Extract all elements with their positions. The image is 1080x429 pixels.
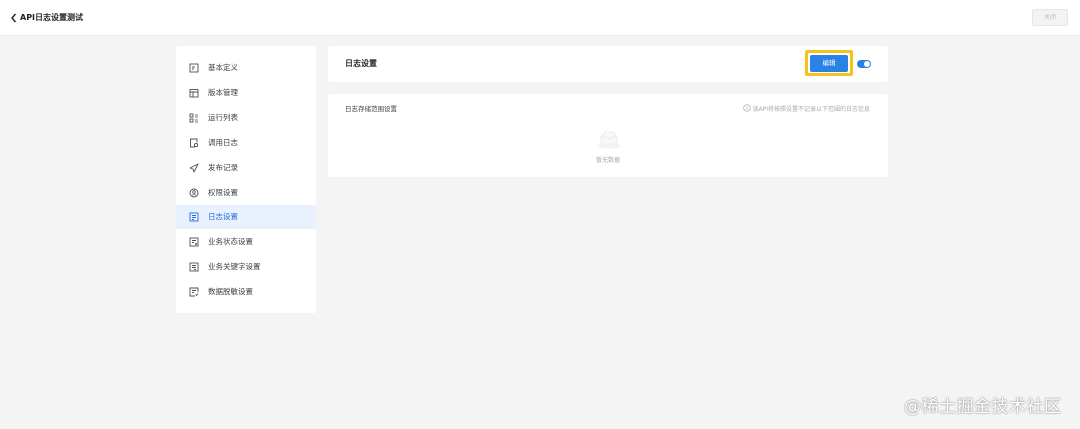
user-circle-icon bbox=[189, 188, 199, 198]
sidebar-item-label: 运行列表 bbox=[208, 113, 238, 122]
document-icon bbox=[189, 63, 199, 73]
storage-hint: 该API将按照设置不记录以下范围的日志信息 bbox=[742, 104, 871, 115]
sidebar-item-basic-definition[interactable]: 基本定义 bbox=[176, 56, 316, 80]
close-button[interactable]: 关闭 bbox=[1032, 9, 1068, 26]
sidebar-item-label: 业务关键字设置 bbox=[208, 262, 261, 271]
mask-doc-icon bbox=[189, 287, 199, 297]
calendar-icon bbox=[189, 89, 199, 98]
page-title: API日志设置测试 bbox=[20, 13, 84, 22]
sidebar-item-version-management[interactable]: 版本管理 bbox=[176, 81, 316, 105]
storage-scope-title: 日志存储范围设置 bbox=[345, 105, 397, 113]
status-doc-icon bbox=[189, 237, 199, 247]
sidebar-item-business-status-settings[interactable]: 业务状态设置 bbox=[176, 230, 316, 254]
sidebar: 基本定义 版本管理 运行列表 调用日志 发布记录 权限设置 日志设置 业务状态设… bbox=[176, 46, 316, 313]
log-settings-header: 日志设置 编辑 bbox=[328, 46, 888, 82]
empty-state-text: 暂无数据 bbox=[595, 157, 620, 164]
sidebar-item-run-list[interactable]: 运行列表 bbox=[176, 106, 316, 130]
log-storage-panel: 日志存储范围设置 该API将按照设置不记录以下范围的日志信息 暂无数据 bbox=[328, 94, 888, 177]
edit-button[interactable]: 编辑 bbox=[810, 55, 848, 72]
sidebar-item-business-keyword-settings[interactable]: 业务关键字设置 bbox=[176, 255, 316, 279]
sidebar-item-label: 版本管理 bbox=[208, 88, 238, 97]
log-enable-toggle[interactable] bbox=[857, 60, 871, 68]
sidebar-item-label: 业务状态设置 bbox=[208, 237, 253, 246]
log-settings-icon bbox=[189, 212, 199, 222]
sidebar-item-label: 发布记录 bbox=[208, 163, 238, 172]
sidebar-item-release-record[interactable]: 发布记录 bbox=[176, 156, 316, 180]
empty-box-icon bbox=[598, 131, 620, 149]
sidebar-item-permission-settings[interactable]: 权限设置 bbox=[176, 181, 316, 205]
top-bar: API日志设置测试 关闭 bbox=[0, 0, 1080, 36]
chevron-left-icon[interactable] bbox=[9, 12, 19, 24]
sidebar-item-label: 日志设置 bbox=[208, 212, 238, 221]
toggle-knob bbox=[864, 61, 870, 67]
file-search-icon bbox=[190, 138, 199, 148]
storage-hint-text: 该API将按照设置不记录以下范围的日志信息 bbox=[752, 106, 871, 113]
send-icon bbox=[189, 163, 199, 173]
sidebar-item-label: 调用日志 bbox=[208, 138, 238, 147]
info-icon bbox=[742, 104, 751, 112]
sidebar-item-label: 基本定义 bbox=[208, 63, 238, 72]
section-title: 日志设置 bbox=[345, 59, 377, 68]
sidebar-item-call-log[interactable]: 调用日志 bbox=[176, 131, 316, 155]
keyword-doc-icon bbox=[189, 262, 199, 272]
sidebar-item-label: 数据脱敏设置 bbox=[208, 287, 253, 296]
sidebar-item-data-masking-settings[interactable]: 数据脱敏设置 bbox=[176, 280, 316, 304]
sidebar-item-label: 权限设置 bbox=[208, 188, 238, 197]
watermark: @稀土掘金技术社区 bbox=[904, 397, 1062, 417]
grid-list-icon bbox=[189, 113, 198, 123]
sidebar-item-log-settings[interactable]: 日志设置 bbox=[176, 205, 316, 229]
